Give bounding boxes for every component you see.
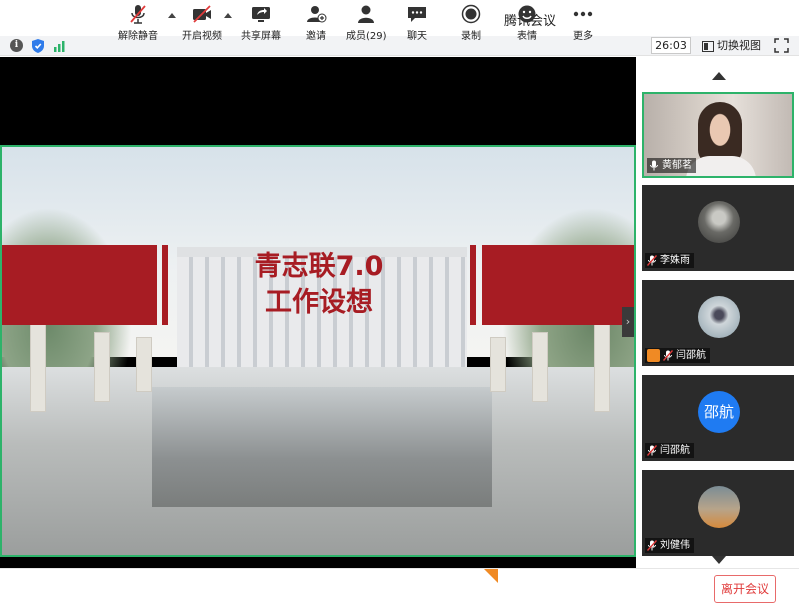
participant-tile[interactable]: 邵航 闫邵航 bbox=[642, 375, 794, 461]
participant-name: 闫邵航 bbox=[676, 350, 706, 361]
video-off-icon bbox=[193, 5, 211, 23]
next-slide-arrow[interactable]: › bbox=[622, 307, 634, 337]
participant-label: 闫邵航 bbox=[645, 348, 710, 363]
shared-screen-stage: 青志联7.0 工作设想 › bbox=[0, 57, 636, 568]
info-icon[interactable]: i bbox=[10, 39, 23, 52]
shared-slide: 青志联7.0 工作设想 bbox=[0, 145, 636, 557]
participant-tile[interactable]: 李姝雨 bbox=[642, 185, 794, 271]
slide-title-line2: 工作设想 bbox=[265, 287, 373, 318]
shield-icon[interactable] bbox=[31, 38, 45, 54]
share-screen-icon bbox=[252, 7, 270, 22]
slide-banner-left bbox=[2, 245, 157, 325]
members-icon bbox=[358, 5, 374, 23]
scroll-down-arrow[interactable] bbox=[712, 556, 726, 564]
start-video-label: 开启视频 bbox=[182, 31, 222, 42]
slide-title: 青志联7.0 工作设想 bbox=[168, 245, 470, 325]
reactions-label: 表情 bbox=[517, 31, 537, 42]
slide-banner-right bbox=[482, 245, 634, 325]
participant-name: 闫邵航 bbox=[660, 445, 690, 456]
switch-view-label: 切换视图 bbox=[717, 39, 761, 52]
invite-button[interactable]: 邀请 bbox=[300, 4, 332, 42]
chat-icon bbox=[408, 7, 426, 22]
reactions-button[interactable]: 表情 bbox=[512, 4, 542, 42]
participant-avatar bbox=[698, 486, 740, 528]
mic-icon bbox=[650, 160, 658, 171]
mic-muted-icon bbox=[130, 5, 146, 24]
mic-muted-icon bbox=[647, 255, 657, 266]
video-options-caret[interactable] bbox=[224, 13, 232, 18]
record-label: 录制 bbox=[461, 31, 481, 42]
switch-view-button[interactable]: 切换视图 bbox=[702, 38, 761, 54]
participant-tile[interactable]: 黄郁茗 bbox=[642, 92, 794, 178]
participant-name: 刘健伟 bbox=[660, 540, 690, 551]
invite-label: 邀请 bbox=[306, 31, 326, 42]
fullscreen-icon[interactable] bbox=[774, 38, 789, 53]
share-screen-button[interactable]: 共享屏幕 bbox=[240, 4, 282, 42]
participant-initials-avatar: 邵航 bbox=[698, 391, 740, 433]
add-user-icon bbox=[307, 6, 327, 23]
audio-options-caret[interactable] bbox=[168, 13, 176, 18]
participant-label: 闫邵航 bbox=[645, 443, 694, 458]
slide-title-line1: 青志联7.0 bbox=[254, 251, 384, 282]
participant-avatar bbox=[698, 296, 740, 338]
layout-icon bbox=[702, 40, 714, 52]
meeting-timer: 26:03 bbox=[651, 37, 691, 54]
start-video-button[interactable]: 开启视频 bbox=[180, 4, 224, 42]
mic-muted-icon bbox=[647, 540, 657, 551]
more-icon bbox=[573, 11, 593, 17]
mic-muted-icon bbox=[647, 445, 657, 456]
more-button[interactable]: 更多 bbox=[568, 4, 598, 42]
members-button[interactable]: 成员(29) bbox=[346, 4, 387, 42]
more-label: 更多 bbox=[573, 31, 593, 42]
signal-icon[interactable] bbox=[53, 39, 67, 52]
participant-label: 黄郁茗 bbox=[647, 158, 696, 173]
leave-meeting-button[interactable]: 离开会议 bbox=[714, 575, 776, 603]
participant-tile[interactable]: 闫邵航 bbox=[642, 280, 794, 366]
emoji-icon bbox=[518, 5, 536, 23]
members-label: 成员(29) bbox=[346, 31, 387, 42]
participant-tile[interactable]: 刘健伟 bbox=[642, 470, 794, 556]
record-button[interactable]: 录制 bbox=[456, 4, 486, 42]
record-new-badge bbox=[484, 569, 498, 583]
participant-name: 李姝雨 bbox=[660, 255, 690, 266]
meeting-toolbar bbox=[0, 568, 799, 612]
mic-muted-icon bbox=[663, 350, 673, 361]
record-icon bbox=[461, 4, 481, 24]
host-icon bbox=[647, 349, 660, 362]
scroll-up-arrow[interactable] bbox=[712, 72, 726, 80]
participant-avatar bbox=[698, 201, 740, 243]
share-screen-label: 共享屏幕 bbox=[241, 31, 281, 42]
unmute-label: 解除静音 bbox=[118, 31, 158, 42]
participant-name: 黄郁茗 bbox=[662, 160, 692, 171]
chat-label: 聊天 bbox=[407, 31, 427, 42]
unmute-button[interactable]: 解除静音 bbox=[116, 4, 160, 42]
chat-button[interactable]: 聊天 bbox=[402, 4, 432, 42]
participant-label: 刘健伟 bbox=[645, 538, 694, 553]
participant-label: 李姝雨 bbox=[645, 253, 694, 268]
participant-video bbox=[698, 102, 742, 164]
